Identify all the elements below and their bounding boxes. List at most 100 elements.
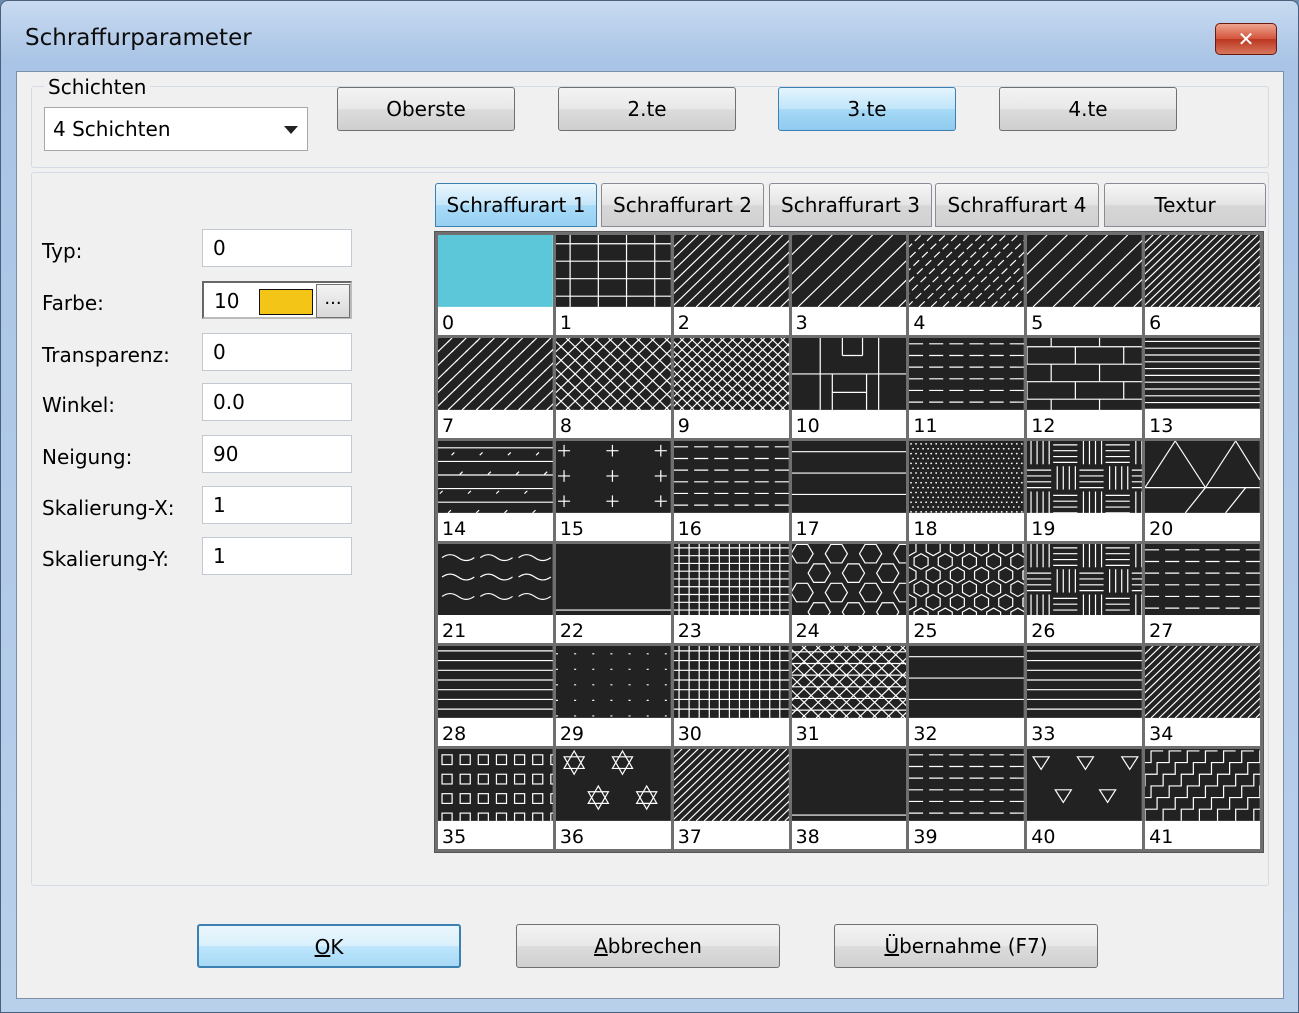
layer-3-label: 3.te: [847, 97, 887, 121]
hatch-pattern-12[interactable]: 12: [1027, 337, 1143, 438]
hatch-pattern-9[interactable]: 9: [673, 337, 789, 438]
hatch-pattern-22[interactable]: 22: [555, 543, 671, 644]
hatch-pattern-36[interactable]: 36: [555, 749, 671, 849]
hatch-pattern-28[interactable]: 28: [438, 646, 553, 747]
angle-input[interactable]: 0.0: [202, 383, 352, 421]
layer-top-button[interactable]: Oberste: [337, 87, 515, 131]
hatch-pattern-18[interactable]: 18: [909, 440, 1025, 541]
pattern-swatch: [791, 543, 907, 616]
type-input[interactable]: 0: [202, 229, 352, 267]
hatch-pattern-25[interactable]: 25: [909, 543, 1025, 644]
pattern-number: 2: [677, 311, 690, 334]
hatch-pattern-4[interactable]: 4: [909, 235, 1025, 335]
hatch-pattern-40[interactable]: 40: [1027, 749, 1143, 849]
hatch-pattern-2[interactable]: 2: [673, 235, 789, 335]
hatch-settings-panel: Typ: 0 Farbe: 10 ... Transparenz: 0 Wink…: [31, 172, 1269, 886]
hatch-pattern-21[interactable]: 21: [438, 543, 553, 644]
pattern-swatch: [791, 749, 907, 822]
pattern-number: 26: [1031, 620, 1056, 643]
hatch-pattern-6[interactable]: 6: [1145, 235, 1260, 335]
hatch-pattern-23[interactable]: 23: [673, 543, 789, 644]
hatch-pattern-14[interactable]: 14: [438, 440, 553, 541]
hatch-pattern-1[interactable]: 1: [555, 235, 671, 335]
hatch-pattern-19[interactable]: 19: [1027, 440, 1143, 541]
hatch-pattern-35[interactable]: 35: [438, 749, 553, 849]
color-picker-button[interactable]: ...: [316, 284, 350, 318]
pattern-number: 21: [442, 620, 467, 643]
hatch-pattern-41[interactable]: 41: [1145, 749, 1260, 849]
hatch-pattern-26[interactable]: 26: [1027, 543, 1143, 644]
hatch-pattern-30[interactable]: 30: [673, 646, 789, 747]
angle-value: 0.0: [213, 390, 245, 414]
tab-texture-label: Textur: [1154, 193, 1216, 217]
hatch-pattern-grid: 0 1 2 3 4 5 6 7 8 9 10 11 12 13 14 15 16 17 18 19 20 21 22 23 24…: [434, 231, 1264, 853]
pattern-swatch: [673, 235, 789, 307]
hatch-pattern-39[interactable]: 39: [909, 749, 1025, 849]
pattern-number: 29: [559, 723, 585, 746]
hatch-pattern-10[interactable]: 10: [791, 337, 907, 438]
apply-button[interactable]: Übernahme (F7): [834, 924, 1098, 968]
tab-hatch-type-1[interactable]: Schraffurart 1: [435, 183, 597, 227]
pattern-number: 0: [442, 311, 455, 334]
hatch-pattern-29[interactable]: 29: [555, 646, 671, 747]
scale-x-input[interactable]: 1: [202, 486, 352, 524]
hatch-pattern-34[interactable]: 34: [1145, 646, 1260, 747]
layer-2-button[interactable]: 2.te: [558, 87, 736, 131]
hatch-pattern-24[interactable]: 24: [791, 543, 907, 644]
pattern-number: 16: [677, 517, 702, 540]
tab-hatch-type-2[interactable]: Schraffurart 2: [601, 183, 764, 227]
pattern-number: 5: [1031, 311, 1044, 334]
hatch-pattern-3[interactable]: 3: [791, 235, 907, 335]
hatch-pattern-5[interactable]: 5: [1027, 235, 1143, 335]
hatch-pattern-17[interactable]: 17: [791, 440, 907, 541]
hatch-pattern-27[interactable]: 27: [1145, 543, 1260, 644]
pattern-number: 34: [1149, 723, 1174, 746]
layers-group-label: Schichten: [44, 75, 151, 99]
scale-y-input[interactable]: 1: [202, 537, 352, 575]
title-bar[interactable]: Schraffurparameter ✕: [1, 1, 1298, 77]
hatch-pattern-11[interactable]: 11: [909, 337, 1025, 438]
color-field[interactable]: 10 ...: [202, 281, 352, 319]
pattern-swatch: [1027, 337, 1143, 410]
hatch-pattern-32[interactable]: 32: [909, 646, 1025, 747]
hatch-pattern-20[interactable]: 20: [1145, 440, 1260, 541]
ok-button[interactable]: OK: [197, 924, 461, 968]
transparency-input[interactable]: 0: [202, 333, 352, 371]
layer-3-button[interactable]: 3.te: [778, 87, 956, 131]
tab-hatch-type-4-label: Schraffurart 4: [947, 193, 1087, 217]
pattern-swatch: [555, 440, 671, 513]
hatch-pattern-38[interactable]: 38: [791, 749, 907, 849]
pattern-swatch: [1145, 337, 1260, 410]
pattern-swatch: [673, 749, 789, 822]
hatch-pattern-15[interactable]: 15: [555, 440, 671, 541]
hatch-pattern-8[interactable]: 8: [555, 337, 671, 438]
hatch-pattern-0[interactable]: 0: [438, 235, 553, 335]
tab-texture[interactable]: Textur: [1104, 183, 1266, 227]
hatch-pattern-13[interactable]: 13: [1145, 337, 1260, 438]
pattern-swatch: [791, 646, 907, 719]
tab-hatch-type-4[interactable]: Schraffurart 4: [935, 183, 1099, 227]
pattern-swatch: [1145, 749, 1260, 822]
close-button[interactable]: ✕: [1215, 23, 1277, 55]
pattern-number: 10: [795, 414, 820, 437]
cancel-button[interactable]: Abbrechen: [516, 924, 780, 968]
pattern-swatch: [673, 440, 789, 513]
pattern-number: 37: [677, 826, 702, 848]
hatch-pattern-7[interactable]: 7: [438, 337, 553, 438]
pattern-swatch: [1027, 646, 1143, 719]
slope-input[interactable]: 90: [202, 435, 352, 473]
layer-4-button[interactable]: 4.te: [999, 87, 1177, 131]
hatch-pattern-33[interactable]: 33: [1027, 646, 1143, 747]
hatch-pattern-16[interactable]: 16: [673, 440, 789, 541]
cancel-label: bbrechen: [607, 934, 702, 958]
hatch-pattern-37[interactable]: 37: [673, 749, 789, 849]
pattern-swatch: [555, 646, 671, 719]
hatch-pattern-31[interactable]: 31: [791, 646, 907, 747]
pattern-number: 25: [913, 620, 938, 643]
pattern-swatch: [791, 235, 907, 307]
pattern-swatch: [438, 646, 553, 719]
pattern-number: 22: [559, 620, 585, 643]
pattern-number: 3: [795, 311, 808, 334]
layer-count-select[interactable]: 4 Schichten: [44, 107, 308, 151]
tab-hatch-type-3[interactable]: Schraffurart 3: [769, 183, 932, 227]
